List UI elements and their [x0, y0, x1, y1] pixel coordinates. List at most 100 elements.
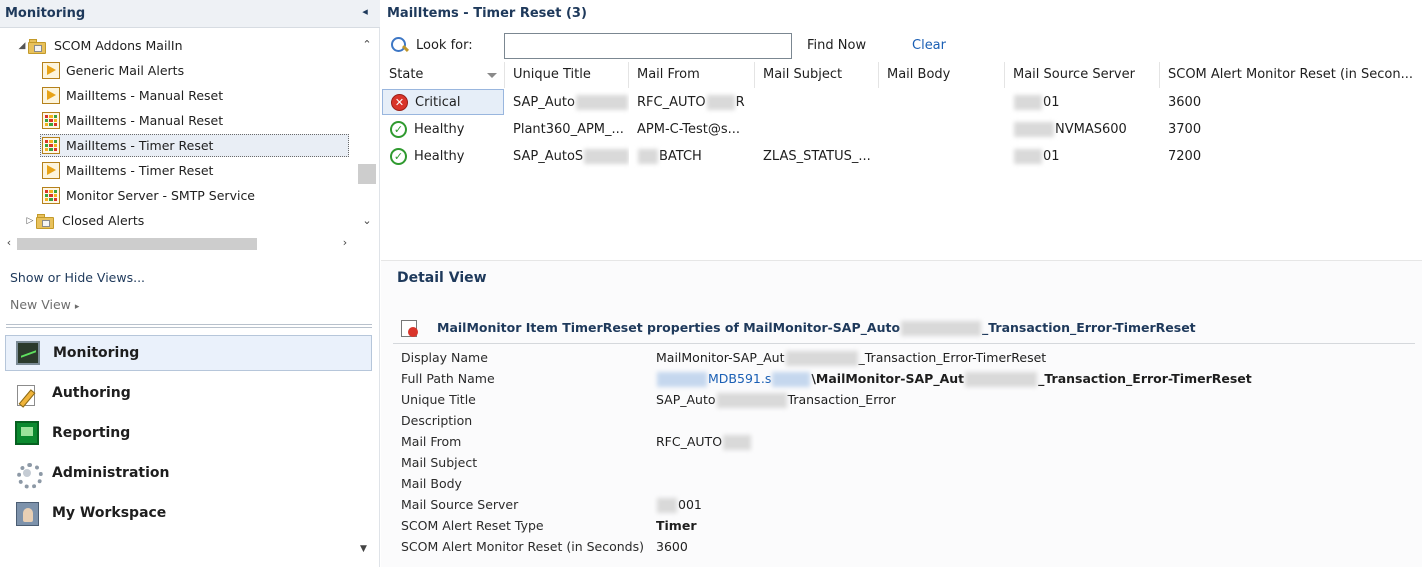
tree-item-label: MailItems - Manual Reset: [66, 88, 224, 103]
property-row-display-name: Display Name MailMonitor-SAP_Aut _Transac…: [401, 350, 1047, 366]
mail-subject-cell: [755, 116, 879, 143]
column-header-scom-reset[interactable]: SCOM Alert Monitor Reset (in Secon...: [1160, 62, 1422, 88]
scroll-right-icon[interactable]: ›: [338, 236, 352, 252]
full-path-link[interactable]: MDB591.s: [708, 371, 771, 386]
collapse-pane-button[interactable]: ◂: [358, 5, 372, 21]
wunderbar-label: Reporting: [52, 425, 131, 441]
mail-subject-cell: ZLAS_STATUS_...: [763, 149, 871, 164]
expanded-arrow-icon[interactable]: ◢: [16, 41, 28, 51]
tree-item-label: MailItems - Manual Reset: [66, 113, 224, 128]
property-row-mail-from: Mail From RFC_AUTO: [401, 431, 1411, 452]
tree-item-monitor-server-smtp[interactable]: Monitor Server - SMTP Service: [42, 184, 255, 207]
tree-item-closed-alerts[interactable]: ▷ Closed Alerts: [24, 209, 144, 232]
wunderbar-monitoring-button[interactable]: Monitoring: [5, 335, 372, 371]
tree-item-mailitems-timer-reset-state[interactable]: MailItems - Timer Reset: [40, 134, 349, 157]
state-cell[interactable]: ✓ Healthy: [382, 143, 504, 170]
tree-item-label: Monitor Server - SMTP Service: [66, 188, 256, 203]
arrow-right-icon: ▸: [74, 302, 80, 312]
tree-item-generic-mail-alerts[interactable]: Generic Mail Alerts: [42, 59, 184, 82]
detail-view: Detail View MailMonitor Item TimerReset …: [381, 260, 1422, 567]
look-for-input[interactable]: [504, 33, 792, 59]
pane-splitter[interactable]: [6, 324, 372, 328]
wunderbar-authoring-button[interactable]: Authoring: [5, 375, 372, 411]
property-row-description: Description: [401, 413, 473, 428]
results-grid: State Unique Title Mail From Mail Subjec…: [381, 62, 1422, 260]
healthy-icon: ✓: [390, 148, 407, 165]
navigation-title: Monitoring: [5, 6, 86, 21]
wunderbar-label: Authoring: [52, 385, 131, 401]
unique-title-cell: Plant360_APM_...: [513, 122, 624, 137]
tree-item-mailitems-timer-reset-alerts[interactable]: MailItems - Timer Reset: [42, 159, 213, 182]
collapsed-arrow-icon[interactable]: ▷: [24, 216, 36, 226]
tree-vertical-scrollbar[interactable]: ⌃ ⌄: [358, 32, 376, 236]
state-text: Critical: [415, 94, 461, 110]
view-tree: ◢ SCOM Addons MailIn Generic Mail Alerts…: [0, 32, 358, 236]
sort-descending-icon: [487, 73, 497, 78]
tree-horizontal-scrollbar[interactable]: ‹ ›: [0, 236, 358, 252]
clear-button[interactable]: Clear: [912, 38, 946, 53]
property-row-reset-type: SCOM Alert Reset Type Timer: [401, 518, 697, 533]
properties-icon: [401, 318, 419, 337]
column-header-unique-title[interactable]: Unique Title: [505, 62, 629, 88]
mail-source-server-cell: 01: [1005, 143, 1160, 170]
table-row[interactable]: ✓ Healthy Plant360_APM_... APM-C-Test@s.…: [381, 116, 1422, 143]
reset-seconds-cell: 3700: [1168, 122, 1202, 137]
scroll-thumb[interactable]: [17, 238, 257, 250]
state-cell[interactable]: ✕ Critical: [382, 89, 504, 115]
mail-from-cell: APM-C-Test@s...: [637, 122, 740, 137]
wunderbar-reporting-button[interactable]: Reporting: [5, 415, 372, 451]
alert-view-icon: [42, 87, 60, 104]
scroll-down-icon[interactable]: ⌄: [360, 214, 374, 230]
wunderbar-administration-button[interactable]: Administration: [5, 455, 372, 491]
wunderbar-my-workspace-button[interactable]: My Workspace: [5, 495, 372, 531]
chevron-down-icon[interactable]: ▼: [360, 544, 367, 554]
folder-icon: [36, 213, 56, 229]
results-pane: MailItems - Timer Reset (3) Look for: Fi…: [381, 0, 1422, 567]
divider: [393, 343, 1415, 344]
column-header-label: State: [389, 67, 424, 82]
tree-item-scom-addons-mailin[interactable]: ◢ SCOM Addons MailIn: [16, 34, 183, 57]
authoring-icon: [15, 381, 39, 406]
properties-heading: MailMonitor Item TimerReset properties o…: [437, 320, 1196, 336]
detail-view-title: Detail View: [397, 270, 487, 286]
column-header-mail-body[interactable]: Mail Body: [879, 62, 1005, 88]
state-cell[interactable]: ✓ Healthy: [382, 116, 504, 143]
property-row-unique-title: Unique Title SAP_Auto Transaction_Error: [401, 392, 896, 408]
unique-title-cell: SAP_AutoS: [505, 143, 629, 170]
column-header-mail-source-server[interactable]: Mail Source Server: [1005, 62, 1160, 88]
find-now-button[interactable]: Find Now: [807, 38, 866, 53]
mail-from-cell: RFC_AUTO R: [637, 95, 745, 110]
new-view-menu[interactable]: New View ▸: [10, 297, 79, 312]
tree-item-label: MailItems - Timer Reset: [66, 163, 214, 178]
scroll-up-icon[interactable]: ⌃: [360, 38, 374, 54]
table-row[interactable]: ✓ Healthy SAP_AutoS BATCH ZLAS_STATUS_..…: [381, 143, 1422, 170]
scroll-left-icon[interactable]: ‹: [2, 236, 16, 252]
tree-item-label: MailItems - Timer Reset: [66, 138, 214, 153]
tree-item-mailitems-manual-reset-alerts[interactable]: MailItems - Manual Reset: [42, 84, 223, 107]
state-view-icon: [42, 187, 60, 204]
wunderbar-label: My Workspace: [52, 505, 167, 521]
column-header-mail-from[interactable]: Mail From: [629, 62, 755, 88]
table-row[interactable]: ✕ Critical SAP_Auto. RFC_AUTOR 01 3600: [381, 89, 1422, 116]
tree-item-label: Generic Mail Alerts: [66, 63, 185, 78]
show-hide-views-link[interactable]: Show or Hide Views...: [10, 270, 145, 285]
mail-source-server-cell: NVMAS600: [1005, 116, 1160, 143]
mail-body-cell: [879, 89, 1005, 116]
column-header-mail-subject[interactable]: Mail Subject: [755, 62, 879, 88]
tree-item-label: Closed Alerts: [62, 213, 145, 228]
mail-source-server-cell: 01: [1005, 89, 1160, 116]
reset-seconds-cell: 3600: [1168, 95, 1202, 110]
tree-item-label: SCOM Addons MailIn: [54, 38, 183, 53]
state-view-icon: [42, 112, 60, 129]
property-row-reset-seconds: SCOM Alert Monitor Reset (in Seconds) 36…: [401, 539, 688, 554]
reporting-icon: [15, 421, 39, 445]
state-text: Healthy: [414, 149, 465, 164]
state-text: Healthy: [414, 122, 465, 137]
look-for-label: Look for:: [416, 38, 473, 53]
monitoring-icon: [16, 341, 40, 365]
wunderbar-label: Monitoring: [53, 345, 140, 361]
column-header-state[interactable]: State: [381, 62, 505, 88]
tree-item-mailitems-manual-reset-state[interactable]: MailItems - Manual Reset: [42, 109, 223, 132]
scroll-thumb[interactable]: [358, 164, 376, 184]
new-view-label: New View: [10, 297, 71, 312]
